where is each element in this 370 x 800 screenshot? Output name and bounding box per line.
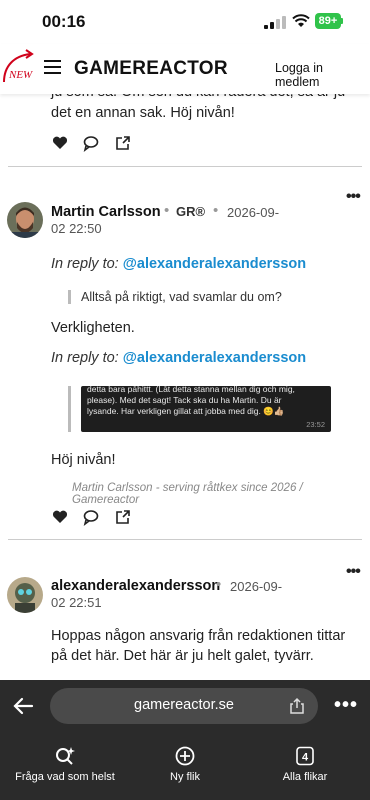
- comment-date-time: 02 22:50: [51, 221, 102, 236]
- comment-author[interactable]: Martin Carlsson: [51, 204, 161, 220]
- separator-dot: •: [216, 576, 222, 593]
- site-header: NEW GAMEREACTOR Logga in medlem: [0, 44, 370, 94]
- comment-divider: [8, 539, 362, 540]
- back-arrow-icon[interactable]: [12, 696, 34, 716]
- comment-actions: [51, 508, 141, 528]
- avatar[interactable]: [7, 577, 43, 613]
- heart-icon[interactable]: [51, 508, 69, 526]
- comment-icon[interactable]: [82, 508, 100, 526]
- address-bar[interactable]: gamereactor.se: [50, 688, 318, 724]
- separator-dot: •: [164, 202, 170, 219]
- url-text: gamereactor.se: [134, 697, 234, 713]
- quoted-text: Alltså på riktigt, vad svamlar du om?: [68, 290, 351, 304]
- battery-tip: [341, 18, 343, 24]
- screenshot-timestamp: 23:52: [306, 420, 325, 429]
- more-menu-icon[interactable]: •••: [334, 694, 358, 717]
- reply-reference: In reply to: @alexanderalexandersson: [51, 256, 306, 272]
- wifi-icon: [292, 14, 310, 27]
- reply-prefix: In reply to:: [51, 256, 119, 272]
- avatar-image: [7, 577, 43, 613]
- menu-icon[interactable]: [44, 60, 61, 74]
- more-options-icon[interactable]: •••: [346, 563, 361, 581]
- ask-anything-label: Fråga vad som helst: [15, 771, 115, 783]
- new-badge-text: NEW: [8, 69, 33, 81]
- comment-date: 2026-09-: [227, 205, 280, 220]
- reply-handle-link[interactable]: @alexanderalexandersson: [123, 350, 306, 366]
- share-icon[interactable]: [114, 508, 132, 526]
- quote-bar: [68, 386, 71, 432]
- comment-date: 2026-09-: [230, 579, 283, 594]
- new-tab-label: Ny flik: [170, 771, 200, 783]
- cellular-signal-icon: [264, 16, 286, 29]
- reply-prefix: In reply to:: [51, 350, 119, 366]
- comment-divider: [8, 166, 362, 167]
- comment-icon[interactable]: [82, 134, 100, 152]
- search-sparkle-icon: [56, 747, 75, 765]
- login-link[interactable]: Logga in medlem: [275, 61, 370, 89]
- browser-toolbar: gamereactor.se ••• Fråga vad som helst N…: [0, 680, 370, 800]
- comment-date-time: 02 22:51: [51, 595, 102, 610]
- comment-author[interactable]: alexanderalexandersson: [51, 578, 220, 594]
- quoted-screenshot-image: detta bara påhittt. (Låt detta stanna me…: [81, 386, 331, 432]
- comments-feed: ju som så. Om sen du kan radera det, så …: [0, 94, 370, 680]
- previous-comment-actions: [51, 134, 141, 154]
- tab-count: 4: [302, 752, 309, 764]
- new-tab-button[interactable]: Ny flik: [130, 746, 240, 783]
- ask-anything-button[interactable]: Fråga vad som helst: [10, 746, 120, 783]
- battery-indicator: 89+: [315, 13, 341, 29]
- screenshot-message: detta bara påhittt. (Låt detta stanna me…: [87, 386, 295, 416]
- gr-badge: GR®: [176, 204, 206, 219]
- avatar[interactable]: [7, 202, 43, 238]
- reply-reference: In reply to: @alexanderalexandersson: [51, 350, 306, 366]
- all-tabs-button[interactable]: 4 Alla flikar: [250, 746, 360, 783]
- comment-text: Verkligheten.: [51, 320, 135, 336]
- previous-comment-text: ju som så. Om sen du kan radera det, så …: [51, 94, 345, 121]
- plus-circle-icon: [175, 746, 195, 766]
- status-bar: 00:16 89+: [0, 0, 370, 44]
- heart-icon[interactable]: [51, 134, 69, 152]
- more-options-icon[interactable]: •••: [346, 188, 361, 206]
- separator-dot: •: [213, 202, 219, 219]
- share-icon[interactable]: [288, 697, 306, 715]
- comment-text: Hoppas någon ansvarig från redaktionen t…: [51, 628, 346, 664]
- user-signature: Martin Carlsson - serving råttkex since …: [72, 482, 303, 506]
- all-tabs-label: Alla flikar: [282, 771, 328, 783]
- tabs-icon: 4: [296, 746, 314, 766]
- status-time: 00:16: [42, 12, 86, 31]
- new-badge-icon[interactable]: NEW: [0, 44, 40, 88]
- comment-text: Höj nivån!: [51, 452, 116, 468]
- share-icon[interactable]: [114, 134, 132, 152]
- avatar-image: [7, 202, 43, 238]
- reply-handle-link[interactable]: @alexanderalexandersson: [123, 256, 306, 272]
- site-logo[interactable]: GAMEREACTOR: [74, 58, 228, 80]
